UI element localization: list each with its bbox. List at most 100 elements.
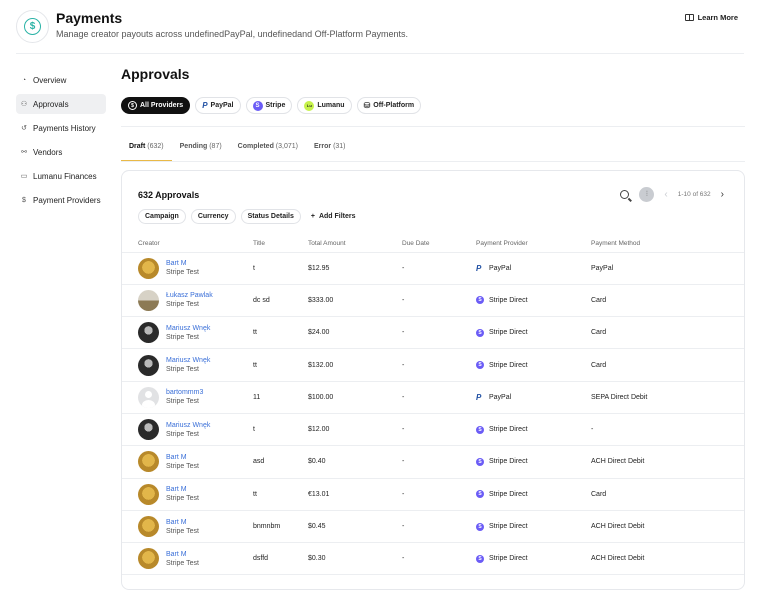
- add-filters-button[interactable]: + Add Filters: [306, 209, 356, 224]
- provider-cell: S Stripe Direct: [476, 542, 591, 576]
- due-date-cell: -: [402, 478, 476, 511]
- provider-chip-stripe[interactable]: S Stripe: [245, 97, 293, 114]
- filter-chip-status-details[interactable]: Status Details: [240, 209, 301, 224]
- payment-method-cell: ACH Direct Debit: [591, 445, 744, 479]
- creator-name-link[interactable]: Bart M: [166, 454, 199, 461]
- sidebar-item-payment-providers[interactable]: $ Payment Providers: [16, 190, 106, 210]
- table-row[interactable]: Mariusz Wnęk Stripe Test t $12.00- S Stripe D…: [122, 413, 744, 447]
- creator-subtitle: Stripe Test: [166, 430, 199, 438]
- header-divider: [16, 53, 744, 54]
- table-row[interactable]: Mariusz Wnęk Stripe Test tt $132.00- S Stripe…: [122, 348, 744, 382]
- creator-text: Mariusz Wnęk Stripe Test: [166, 357, 210, 373]
- payment-provider: S Stripe Direct: [476, 490, 591, 499]
- table-row[interactable]: Mariusz Wnęk Stripe Test tt $24.00- S Stripe …: [122, 316, 744, 350]
- creator-name-link[interactable]: Łukasz Pawlak: [166, 292, 213, 299]
- sidebar-item-vendors[interactable]: ⚯ Vendors: [16, 142, 106, 162]
- creator-name-link[interactable]: bartommm3: [166, 389, 203, 396]
- table-row[interactable]: Łukasz Pawlak Stripe Test dc sd $333.00- S St…: [122, 284, 744, 318]
- creator-text: Bart M Stripe Test: [166, 551, 199, 567]
- avatar: [138, 354, 159, 376]
- creator-name-link[interactable]: Mariusz Wnęk: [166, 422, 210, 429]
- all-providers-icon: $: [128, 101, 137, 110]
- payment-provider: S Stripe Direct: [476, 522, 591, 531]
- user-check-icon: ⚇: [20, 101, 28, 108]
- learn-more-button[interactable]: Learn More: [684, 13, 738, 22]
- avatar: [138, 419, 159, 441]
- filter-chip-campaign[interactable]: Campaign: [138, 209, 186, 224]
- amount-cell: $132.00: [308, 348, 402, 382]
- avatar: [138, 257, 159, 279]
- sidebar-item-lumanu-finances[interactable]: ▭ Lumanu Finances: [16, 166, 106, 186]
- creator: Mariusz Wnęk Stripe Test: [138, 322, 253, 344]
- title-cell: tt: [253, 348, 308, 382]
- tab-completed[interactable]: Completed (3,071): [230, 139, 306, 162]
- approvals-card: 632 Approvals ⫶ ‹ 1-10 of 632 › Campaign…: [121, 170, 745, 590]
- creator-name-link[interactable]: Mariusz Wnęk: [166, 325, 210, 332]
- search-icon[interactable]: [620, 190, 630, 199]
- title-cell: dsffd: [253, 542, 308, 576]
- due-date-cell: -: [402, 445, 476, 479]
- provider-chip-lumanu[interactable]: Lu Lumanu: [297, 97, 352, 114]
- table-row[interactable]: Bart M Stripe Test asd $0.40- S Stripe Direct…: [122, 445, 744, 479]
- creator-name-link[interactable]: Bart M: [166, 260, 199, 267]
- table-row[interactable]: bartommm3 Stripe Test 11 $100.00- P PayPal SEP…: [122, 381, 744, 414]
- creator-subtitle: Stripe Test: [166, 495, 199, 503]
- creator-name-link[interactable]: Bart M: [166, 551, 199, 558]
- provider-chip-paypal[interactable]: P PayPal: [195, 97, 241, 114]
- payment-provider: S Stripe Direct: [476, 554, 591, 563]
- creator-name-link[interactable]: Mariusz Wnęk: [166, 357, 210, 364]
- creator-text: Bart M Stripe Test: [166, 260, 199, 276]
- payment-provider: S Stripe Direct: [476, 361, 591, 370]
- creator-text: Bart M Stripe Test: [166, 454, 199, 470]
- avatar: [138, 451, 159, 473]
- tab-pending[interactable]: Pending (87): [172, 139, 230, 162]
- columns-filter-icon[interactable]: ⫶: [639, 187, 655, 202]
- filter-chip-currency[interactable]: Currency: [190, 209, 236, 224]
- payment-method-cell: ACH Direct Debit: [591, 510, 744, 544]
- table-row[interactable]: Bart M Stripe Test bnmnbm $0.45- S Stripe Dir…: [122, 510, 744, 544]
- pagination-label: 1-10 of 632: [677, 191, 711, 198]
- provider-cell: S Stripe Direct: [476, 478, 591, 511]
- creator-text: bartommm3 Stripe Test: [166, 389, 203, 405]
- chevron-right-icon[interactable]: ›: [721, 189, 724, 200]
- creator: Mariusz Wnęk Stripe Test: [138, 354, 253, 376]
- creator-name-link[interactable]: Bart M: [166, 519, 199, 526]
- avatar: [138, 322, 159, 344]
- off-platform-icon: ⛁: [363, 101, 371, 110]
- sidebar-item-label: Payments History: [33, 123, 96, 133]
- provider-chip-label: Stripe: [265, 102, 286, 109]
- learn-more-label: Learn More: [697, 13, 738, 22]
- provider-chip-label: Off-Platform: [373, 102, 415, 109]
- creator-subtitle: Stripe Test: [166, 559, 199, 567]
- amount-cell: $0.30: [308, 542, 402, 576]
- book-icon: [684, 14, 694, 21]
- table-row[interactable]: Bart M Stripe Test dsffd $0.30- S Stripe Dire…: [122, 542, 744, 576]
- tab-draft[interactable]: Draft (632): [121, 139, 172, 162]
- sidebar-item-overview[interactable]: ◔ Overview: [16, 70, 106, 90]
- creator-name-link[interactable]: Bart M: [166, 486, 199, 493]
- creator-cell: Mariusz Wnęk Stripe Test: [122, 413, 253, 447]
- sidebar-item-payments-history[interactable]: ↺ Payments History: [16, 118, 106, 138]
- payment-provider: S Stripe Direct: [476, 425, 591, 434]
- provider-chip-all-providers[interactable]: $ All Providers: [121, 97, 191, 114]
- payment-method-cell: ACH Direct Debit: [591, 542, 744, 576]
- card-title: 632 Approvals: [138, 190, 200, 200]
- provider-label: Stripe Direct: [489, 490, 528, 498]
- provider-label: Stripe Direct: [489, 458, 528, 466]
- stripe-icon: S: [476, 554, 484, 563]
- creator-subtitle: Stripe Test: [166, 527, 199, 535]
- provider-chip-off-platform[interactable]: ⛁ Off-Platform: [356, 97, 422, 114]
- status-tabs: Draft (632) Pending (87) Completed (3,071)…: [121, 139, 354, 162]
- wallet-icon: ▭: [20, 173, 28, 180]
- table-row[interactable]: Bart M Stripe Test t $12.95- P PayPal PayPal: [122, 252, 744, 285]
- chevron-left-icon[interactable]: ‹: [664, 189, 667, 200]
- avatar: [138, 548, 159, 570]
- tab-error[interactable]: Error (31): [306, 139, 354, 162]
- table-row[interactable]: Bart M Stripe Test tt €13.01- S Stripe Direct…: [122, 478, 744, 511]
- column-header: Title: [253, 235, 308, 253]
- provider-cell: S Stripe Direct: [476, 445, 591, 479]
- amount-cell: €13.01: [308, 478, 402, 511]
- plus-icon: +: [310, 213, 315, 220]
- sidebar-item-approvals[interactable]: ⚇ Approvals: [16, 94, 106, 114]
- sidebar: ◔ Overview ⚇ Approvals ↺ Payments History ⚯ Ven…: [16, 70, 106, 214]
